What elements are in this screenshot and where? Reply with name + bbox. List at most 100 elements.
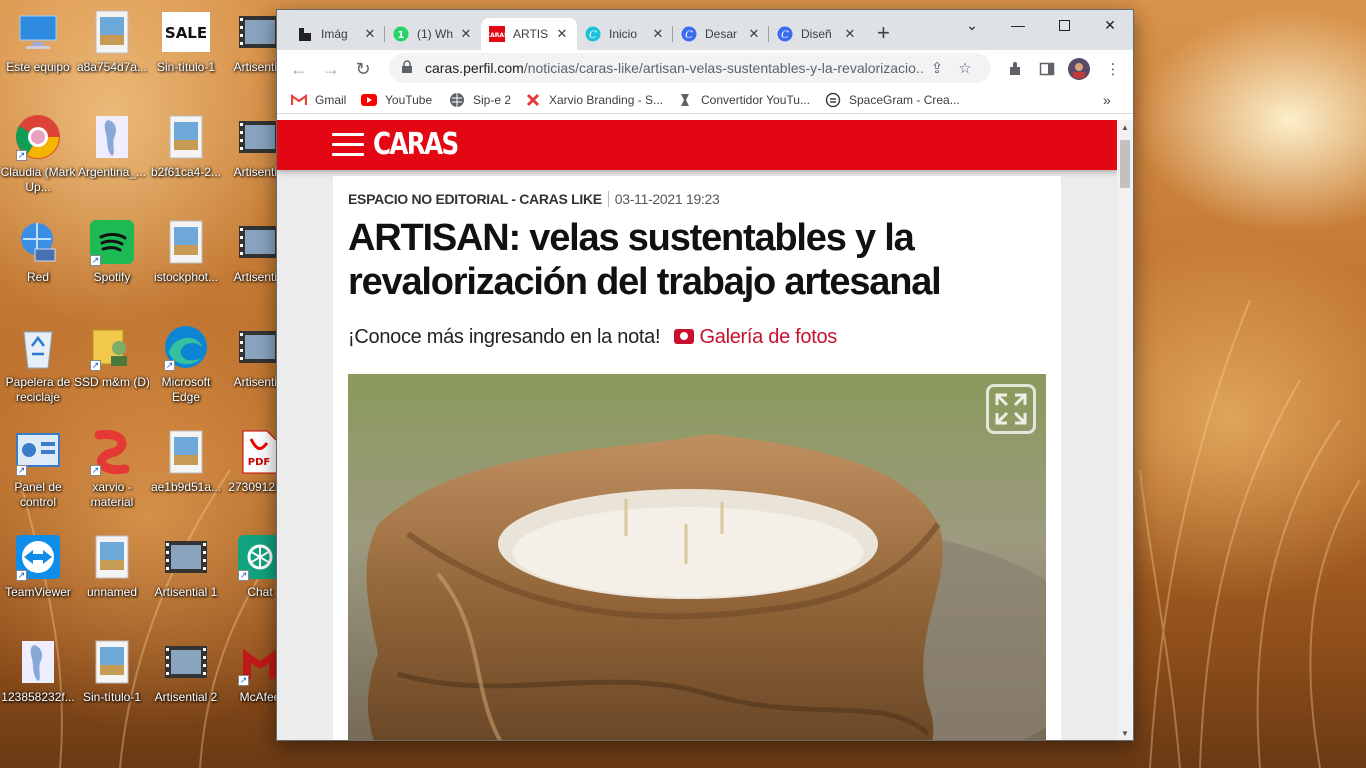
desktop-icon-claudia-mark-up[interactable]: ↗ Claudia (Mark Up... <box>0 109 76 209</box>
site-header: CARAS <box>277 120 1117 170</box>
tab-artisan[interactable]: CARAS ARTIS ✕ <box>481 18 577 50</box>
close-icon[interactable]: ✕ <box>459 26 473 42</box>
desktop-icon-label: Red <box>26 270 49 284</box>
article-card: ESPACIO NO EDITORIAL - CARAS LIKE 03-11-2… <box>333 176 1061 740</box>
computer-icon <box>14 8 62 56</box>
tab-desarrollo[interactable]: C Desar ✕ <box>673 18 769 50</box>
bookmark-star-icon[interactable]: ☆ <box>951 59 979 77</box>
close-icon[interactable]: ✕ <box>747 26 761 42</box>
desktop-icon-b2f61ca4-2[interactable]: b2f61ca4-2... <box>148 109 224 209</box>
canva-icon: C <box>585 26 601 42</box>
desktop-icon-este-equipo[interactable]: Este equipo <box>0 4 76 104</box>
minimize-button[interactable]: — <box>995 10 1041 40</box>
desktop-icon-istockphot[interactable]: istockphot... <box>148 214 224 314</box>
bookmark-spacegram[interactable]: SpaceGram - Crea... <box>825 90 960 110</box>
bookmarks-bar: Gmail YouTube Sip-e 2 Xarvio Branding - … <box>277 86 1133 114</box>
fullscreen-expand-icon[interactable] <box>986 384 1036 434</box>
desktop-icon-sin-t-tulo-1[interactable]: Sin-título-1 <box>74 634 150 734</box>
close-icon[interactable]: ✕ <box>843 26 857 42</box>
svg-text:PDF: PDF <box>248 457 270 468</box>
desktop-icon-sin-t-tulo-1[interactable]: SALE Sin-título-1 <box>148 4 224 104</box>
maximize-button[interactable] <box>1041 10 1087 40</box>
desktop-icon-label: ae1b9d51a... <box>150 480 222 494</box>
close-window-button[interactable]: ✕ <box>1087 10 1133 40</box>
bookmark-youtube[interactable]: YouTube <box>361 90 432 110</box>
bookmark-converter[interactable]: Convertidor YouTu... <box>677 90 810 110</box>
desktop-icon-ae1b9d51a[interactable]: ae1b9d51a... <box>148 424 224 524</box>
desktop-icon-label: Argentina_... <box>77 165 147 179</box>
page-scrollbar[interactable]: ▲ ▼ <box>1117 120 1133 740</box>
shortcut-arrow-icon: ↗ <box>238 675 249 686</box>
image-file-icon <box>88 533 136 581</box>
bookmark-sipe[interactable]: Sip-e 2 <box>449 90 511 110</box>
forward-button[interactable]: → <box>317 55 345 83</box>
new-tab-button[interactable]: + <box>877 22 890 44</box>
desktop-icon-argentina[interactable]: Argentina_... <box>74 109 150 209</box>
gallery-link[interactable]: Galería de fotos <box>673 326 837 348</box>
desktop-icon-label: Este equipo <box>6 60 70 74</box>
camera-icon <box>673 329 694 344</box>
share-icon[interactable]: ⇪ <box>923 59 951 77</box>
tab-search-chevron-icon[interactable]: ⌄ <box>949 10 995 40</box>
desktop-icon-label: Microsoft Edge <box>161 375 211 404</box>
close-icon[interactable]: ✕ <box>651 26 665 42</box>
control-panel-icon: ↗ <box>14 428 62 476</box>
desktop-icon-label: Sin-título-1 <box>82 690 142 704</box>
svg-text:1: 1 <box>398 30 405 41</box>
bookmarks-overflow-button[interactable]: » <box>1103 90 1111 110</box>
site-logo[interactable]: CARAS <box>373 127 459 162</box>
section-label[interactable]: ESPACIO NO EDITORIAL - CARAS LIKE <box>348 191 602 207</box>
desktop-icon-artisential-1[interactable]: Artisential 1 <box>148 529 224 629</box>
article-date: 03-11-2021 19:23 <box>607 191 720 207</box>
shortcut-arrow-icon: ↗ <box>90 360 101 371</box>
desktop-icon-123858232f[interactable]: 123858232f... <box>0 634 76 734</box>
shortcut-arrow-icon: ↗ <box>90 255 101 266</box>
scroll-up-arrow-icon[interactable]: ▲ <box>1117 120 1133 136</box>
bookmark-xarvio[interactable]: Xarvio Branding - S... <box>525 90 663 110</box>
desktop-icon-spotify[interactable]: ↗ Spotify <box>74 214 150 314</box>
reload-button[interactable]: ↻ <box>349 55 377 83</box>
back-button[interactable]: ← <box>285 55 313 83</box>
map-file-icon <box>14 638 62 686</box>
desktop-icon-microsoft-edge[interactable]: ↗ Microsoft Edge <box>148 319 224 419</box>
extensions-icon[interactable] <box>1001 55 1029 83</box>
desktop-icon-unnamed[interactable]: unnamed <box>74 529 150 629</box>
bookmark-gmail[interactable]: Gmail <box>291 90 346 110</box>
tab-inicio[interactable]: C Inicio ✕ <box>577 18 673 50</box>
desktop-icon-panel-de-control[interactable]: ↗ Panel de control <box>0 424 76 524</box>
desktop-icon-xarvio-material[interactable]: ↗ xarvio - material <box>74 424 150 524</box>
sale-image-icon: SALE <box>162 8 210 56</box>
desktop-icon-label: Panel de control <box>14 480 62 509</box>
scrollbar-thumb[interactable] <box>1120 140 1130 188</box>
scroll-down-arrow-icon[interactable]: ▼ <box>1117 726 1133 740</box>
desktop-icon-artisential-2[interactable]: Artisential 2 <box>148 634 224 734</box>
article-photo[interactable] <box>348 374 1046 740</box>
article-kicker: ESPACIO NO EDITORIAL - CARAS LIKE 03-11-2… <box>348 191 720 207</box>
desktop-icon-label: unnamed <box>86 585 138 599</box>
tab-whatsapp[interactable]: 1 (1) Wh ✕ <box>385 18 481 50</box>
tab-diseno[interactable]: C Diseñ ✕ <box>769 18 865 50</box>
desktop-icon-ssd-m-m-d[interactable]: ↗ SSD m&m (D) <box>74 319 150 419</box>
globe-icon <box>449 92 465 108</box>
shortcut-arrow-icon: ↗ <box>164 360 175 371</box>
xarvio-icon: ↗ <box>88 428 136 476</box>
avatar[interactable] <box>1065 55 1093 83</box>
close-icon[interactable]: ✕ <box>555 26 569 42</box>
hamburger-menu-icon[interactable] <box>332 133 364 157</box>
desktop-icon-papelera-de-reciclaje[interactable]: Papelera de reciclaje <box>0 319 76 419</box>
lock-icon <box>401 59 415 77</box>
side-panel-icon[interactable] <box>1033 55 1061 83</box>
menu-kebab-icon[interactable]: ⋮ <box>1099 55 1127 83</box>
shortcut-arrow-icon: ↗ <box>16 150 27 161</box>
close-icon[interactable]: ✕ <box>363 26 377 42</box>
youtube-icon <box>361 92 377 108</box>
video-file-icon <box>162 533 210 581</box>
desktop-icon-label: xarvio - material <box>90 480 134 509</box>
address-bar[interactable]: caras.perfil.com/noticias/caras-like/art… <box>389 53 991 83</box>
tab-images[interactable]: Imág ✕ <box>289 18 385 50</box>
desktop-icon-label: TeamViewer <box>5 585 71 599</box>
desktop-icon-a8a754d7a[interactable]: a8a754d7a... <box>74 4 150 104</box>
desktop-icon-red[interactable]: Red <box>0 214 76 314</box>
desktop-icon-teamviewer[interactable]: ↗ TeamViewer <box>0 529 76 629</box>
page-viewport: CARAS ESPACIO NO EDITORIAL - CARAS LIKE 0… <box>277 120 1117 740</box>
